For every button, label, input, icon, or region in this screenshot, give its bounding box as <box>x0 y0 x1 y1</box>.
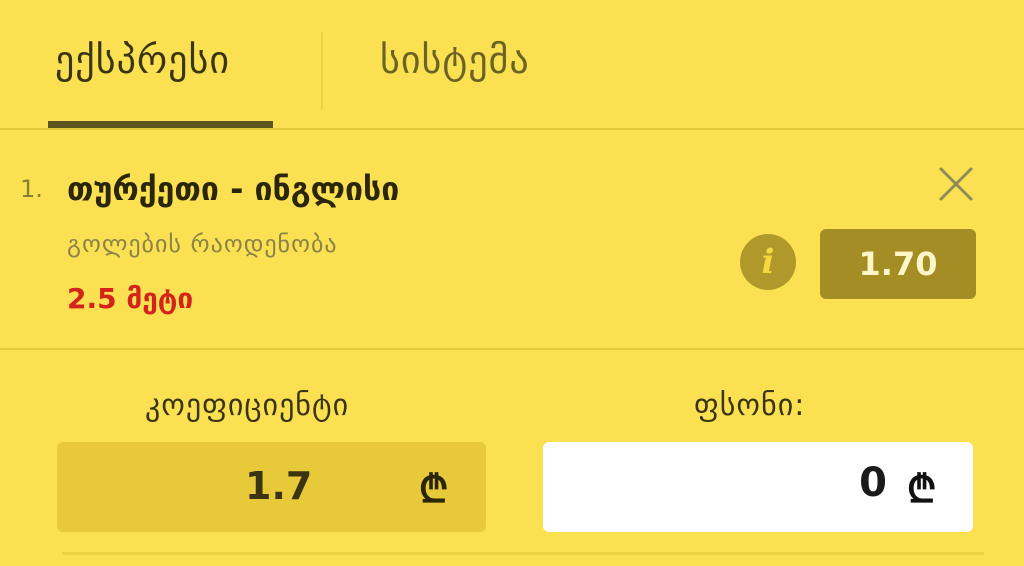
market-name: გოლების რაოდენობა <box>67 230 338 258</box>
lari-icon: ₾ <box>419 467 449 511</box>
bet-slip-item: 1. თურქეთი - ინგლისი გოლების რაოდენობა 2… <box>0 130 1024 348</box>
tab-system[interactable]: სისტემა <box>380 38 530 82</box>
close-icon[interactable] <box>937 165 975 203</box>
coefficient-label: კოეფიციენტი <box>145 388 350 423</box>
match-title: თურქეთი - ინგლისი <box>67 170 400 208</box>
footer-divider <box>62 552 984 555</box>
coefficient-value: 1.7 <box>245 464 313 508</box>
stake-input[interactable]: 0 ₾ <box>543 442 973 532</box>
stake-value: 0 <box>859 460 887 506</box>
bet-type-tabs: ექსპრესი სისტემა <box>0 0 1024 130</box>
tab-divider <box>321 32 323 110</box>
lari-icon: ₾ <box>907 467 937 511</box>
odds-badge: 1.70 <box>820 229 976 299</box>
stake-label: ფსონი: <box>694 388 806 423</box>
selection-name: 2.5 მეტი <box>67 282 194 315</box>
tab-express[interactable]: ექსპრესი <box>55 38 230 82</box>
coefficient-field: 1.7 ₾ <box>57 442 486 532</box>
bet-index: 1. <box>20 175 43 203</box>
info-icon[interactable]: i <box>740 234 796 290</box>
bet-divider <box>0 348 1024 350</box>
